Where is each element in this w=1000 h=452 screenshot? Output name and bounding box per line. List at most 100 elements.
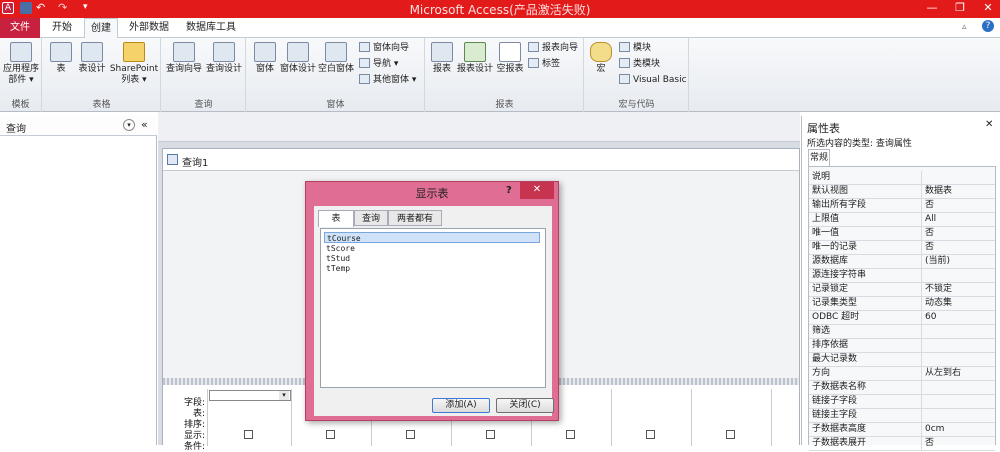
property-row[interactable]: 子数据表名称 <box>809 381 995 395</box>
show-checkbox[interactable] <box>726 430 735 439</box>
property-value[interactable]: 数据表 <box>921 185 995 198</box>
property-row[interactable]: 筛选 <box>809 325 995 339</box>
show-checkbox[interactable] <box>486 430 495 439</box>
property-value[interactable]: 0cm <box>921 423 995 436</box>
property-value[interactable] <box>921 395 995 408</box>
show-checkbox[interactable] <box>244 430 253 439</box>
list-item-tcourse[interactable]: tCourse <box>324 232 540 243</box>
query-design-button[interactable]: 查询设计 <box>204 42 244 75</box>
form-design-button[interactable]: 窗体设计 <box>279 42 317 75</box>
sharepoint-list-button[interactable]: SharePoint 列表 ▾ <box>109 42 159 86</box>
blank-form-button[interactable]: 空白窗体 <box>317 42 355 75</box>
blank-report-button[interactable]: 空报表 <box>494 42 526 75</box>
property-value[interactable] <box>921 353 995 366</box>
grid-column[interactable] <box>611 389 689 446</box>
dialog-tab-queries[interactable]: 查询 <box>354 210 388 226</box>
table-button[interactable]: 表 <box>47 42 75 75</box>
tab-file[interactable]: 文件 <box>0 18 40 38</box>
macro-button[interactable]: 宏 <box>588 42 614 75</box>
collapse-pane-icon[interactable]: « <box>141 118 148 131</box>
form-button[interactable]: 窗体 <box>251 42 279 75</box>
help-icon[interactable]: ? <box>982 20 994 32</box>
close-window-button[interactable]: ✕ <box>974 0 1000 16</box>
property-value[interactable]: All <box>921 213 995 226</box>
tab-external-data[interactable]: 外部数据 <box>122 18 176 38</box>
report-wizard-button[interactable]: 报表向导 <box>528 41 578 55</box>
property-row[interactable]: 源连接字符串 <box>809 269 995 283</box>
minimize-button[interactable]: — <box>918 0 946 16</box>
property-row[interactable]: 唯一值 否 <box>809 227 995 241</box>
show-checkbox[interactable] <box>646 430 655 439</box>
table-design-button[interactable]: 表设计 <box>75 42 109 75</box>
property-row[interactable]: 子数据表高度 0cm <box>809 423 995 437</box>
navigation-pane-header[interactable]: 查询 ▾ « <box>0 116 157 136</box>
property-row[interactable]: 输出所有字段 否 <box>809 199 995 213</box>
form-wizard-button[interactable]: 窗体向导 <box>359 41 409 55</box>
navigation-button[interactable]: 导航 ▾ <box>359 57 398 71</box>
query-wizard-button[interactable]: 查询向导 <box>164 42 204 75</box>
restore-button[interactable]: ❐ <box>946 0 974 16</box>
property-value[interactable]: 从左到右 <box>921 367 995 380</box>
property-value[interactable]: 不锁定 <box>921 283 995 296</box>
add-button[interactable]: 添加(A) <box>432 398 490 413</box>
tab-home[interactable]: 开始 <box>44 18 80 38</box>
property-value[interactable]: 60 <box>921 311 995 324</box>
property-row[interactable]: 子数据表展开 否 <box>809 437 995 451</box>
property-row[interactable]: 方向 从左到右 <box>809 367 995 381</box>
report-button[interactable]: 报表 <box>428 42 456 75</box>
grid-column[interactable] <box>771 389 799 446</box>
property-value[interactable]: 否 <box>921 241 995 254</box>
labels-button[interactable]: 标签 <box>528 57 560 71</box>
property-value[interactable]: (当前) <box>921 255 995 268</box>
class-module-button[interactable]: 类模块 <box>619 57 660 71</box>
property-row[interactable]: 源数据库 (当前) <box>809 255 995 269</box>
minimize-ribbon-icon[interactable]: ▵ <box>962 22 967 32</box>
dialog-tab-tables[interactable]: 表 <box>318 210 354 227</box>
property-value[interactable]: 动态集 <box>921 297 995 310</box>
app-parts-button[interactable]: 应用程序 部件 ▾ <box>2 42 40 86</box>
show-checkbox[interactable] <box>326 430 335 439</box>
chevron-down-icon[interactable]: ▾ <box>279 391 289 400</box>
property-row[interactable]: 上限值 All <box>809 213 995 227</box>
property-row[interactable]: 最大记录数 <box>809 353 995 367</box>
property-row[interactable]: 排序依据 <box>809 339 995 353</box>
tab-general[interactable]: 常规 <box>808 149 830 167</box>
chevron-down-icon[interactable]: ▾ <box>123 119 135 131</box>
grid-column[interactable]: ▾ <box>207 389 291 446</box>
property-row[interactable]: 默认视图 数据表 <box>809 185 995 199</box>
dialog-help-icon[interactable]: ? <box>506 185 512 196</box>
property-value[interactable] <box>921 325 995 338</box>
property-value[interactable] <box>921 381 995 394</box>
field-dropdown[interactable]: ▾ <box>209 390 291 401</box>
dialog-tab-both[interactable]: 两者都有 <box>388 210 442 226</box>
table-list[interactable]: tCourse tScore tStud tTemp <box>320 228 546 388</box>
close-button[interactable]: 关闭(C) <box>496 398 554 413</box>
module-button[interactable]: 模块 <box>619 41 651 55</box>
property-value[interactable]: 否 <box>921 227 995 240</box>
property-row[interactable]: ODBC 超时 60 <box>809 311 995 325</box>
property-value[interactable] <box>921 409 995 422</box>
property-sheet-close-icon[interactable]: ✕ <box>985 119 993 130</box>
show-checkbox[interactable] <box>566 430 575 439</box>
report-design-button[interactable]: 报表设计 <box>456 42 494 75</box>
tab-database-tools[interactable]: 数据库工具 <box>180 18 242 38</box>
visual-basic-button[interactable]: Visual Basic <box>619 73 687 87</box>
property-value[interactable]: 否 <box>921 199 995 212</box>
property-value[interactable] <box>921 269 995 282</box>
show-checkbox[interactable] <box>406 430 415 439</box>
more-forms-button[interactable]: 其他窗体 ▾ <box>359 73 416 87</box>
list-item-ttemp[interactable]: tTemp <box>324 263 540 274</box>
property-row[interactable]: 记录集类型 动态集 <box>809 297 995 311</box>
tab-create[interactable]: 创建 <box>84 18 118 39</box>
property-value[interactable] <box>921 171 995 184</box>
grid-column[interactable] <box>691 389 769 446</box>
query-tab-title[interactable]: 查询1 <box>182 154 208 169</box>
property-row[interactable]: 链接子字段 <box>809 395 995 409</box>
property-row[interactable]: 记录锁定 不锁定 <box>809 283 995 297</box>
property-value[interactable] <box>921 339 995 352</box>
property-value[interactable]: 否 <box>921 437 995 450</box>
property-row[interactable]: 说明 <box>809 171 995 185</box>
dialog-close-icon[interactable]: ✕ <box>520 182 554 199</box>
property-row[interactable]: 唯一的记录 否 <box>809 241 995 255</box>
property-row[interactable]: 链接主字段 <box>809 409 995 423</box>
